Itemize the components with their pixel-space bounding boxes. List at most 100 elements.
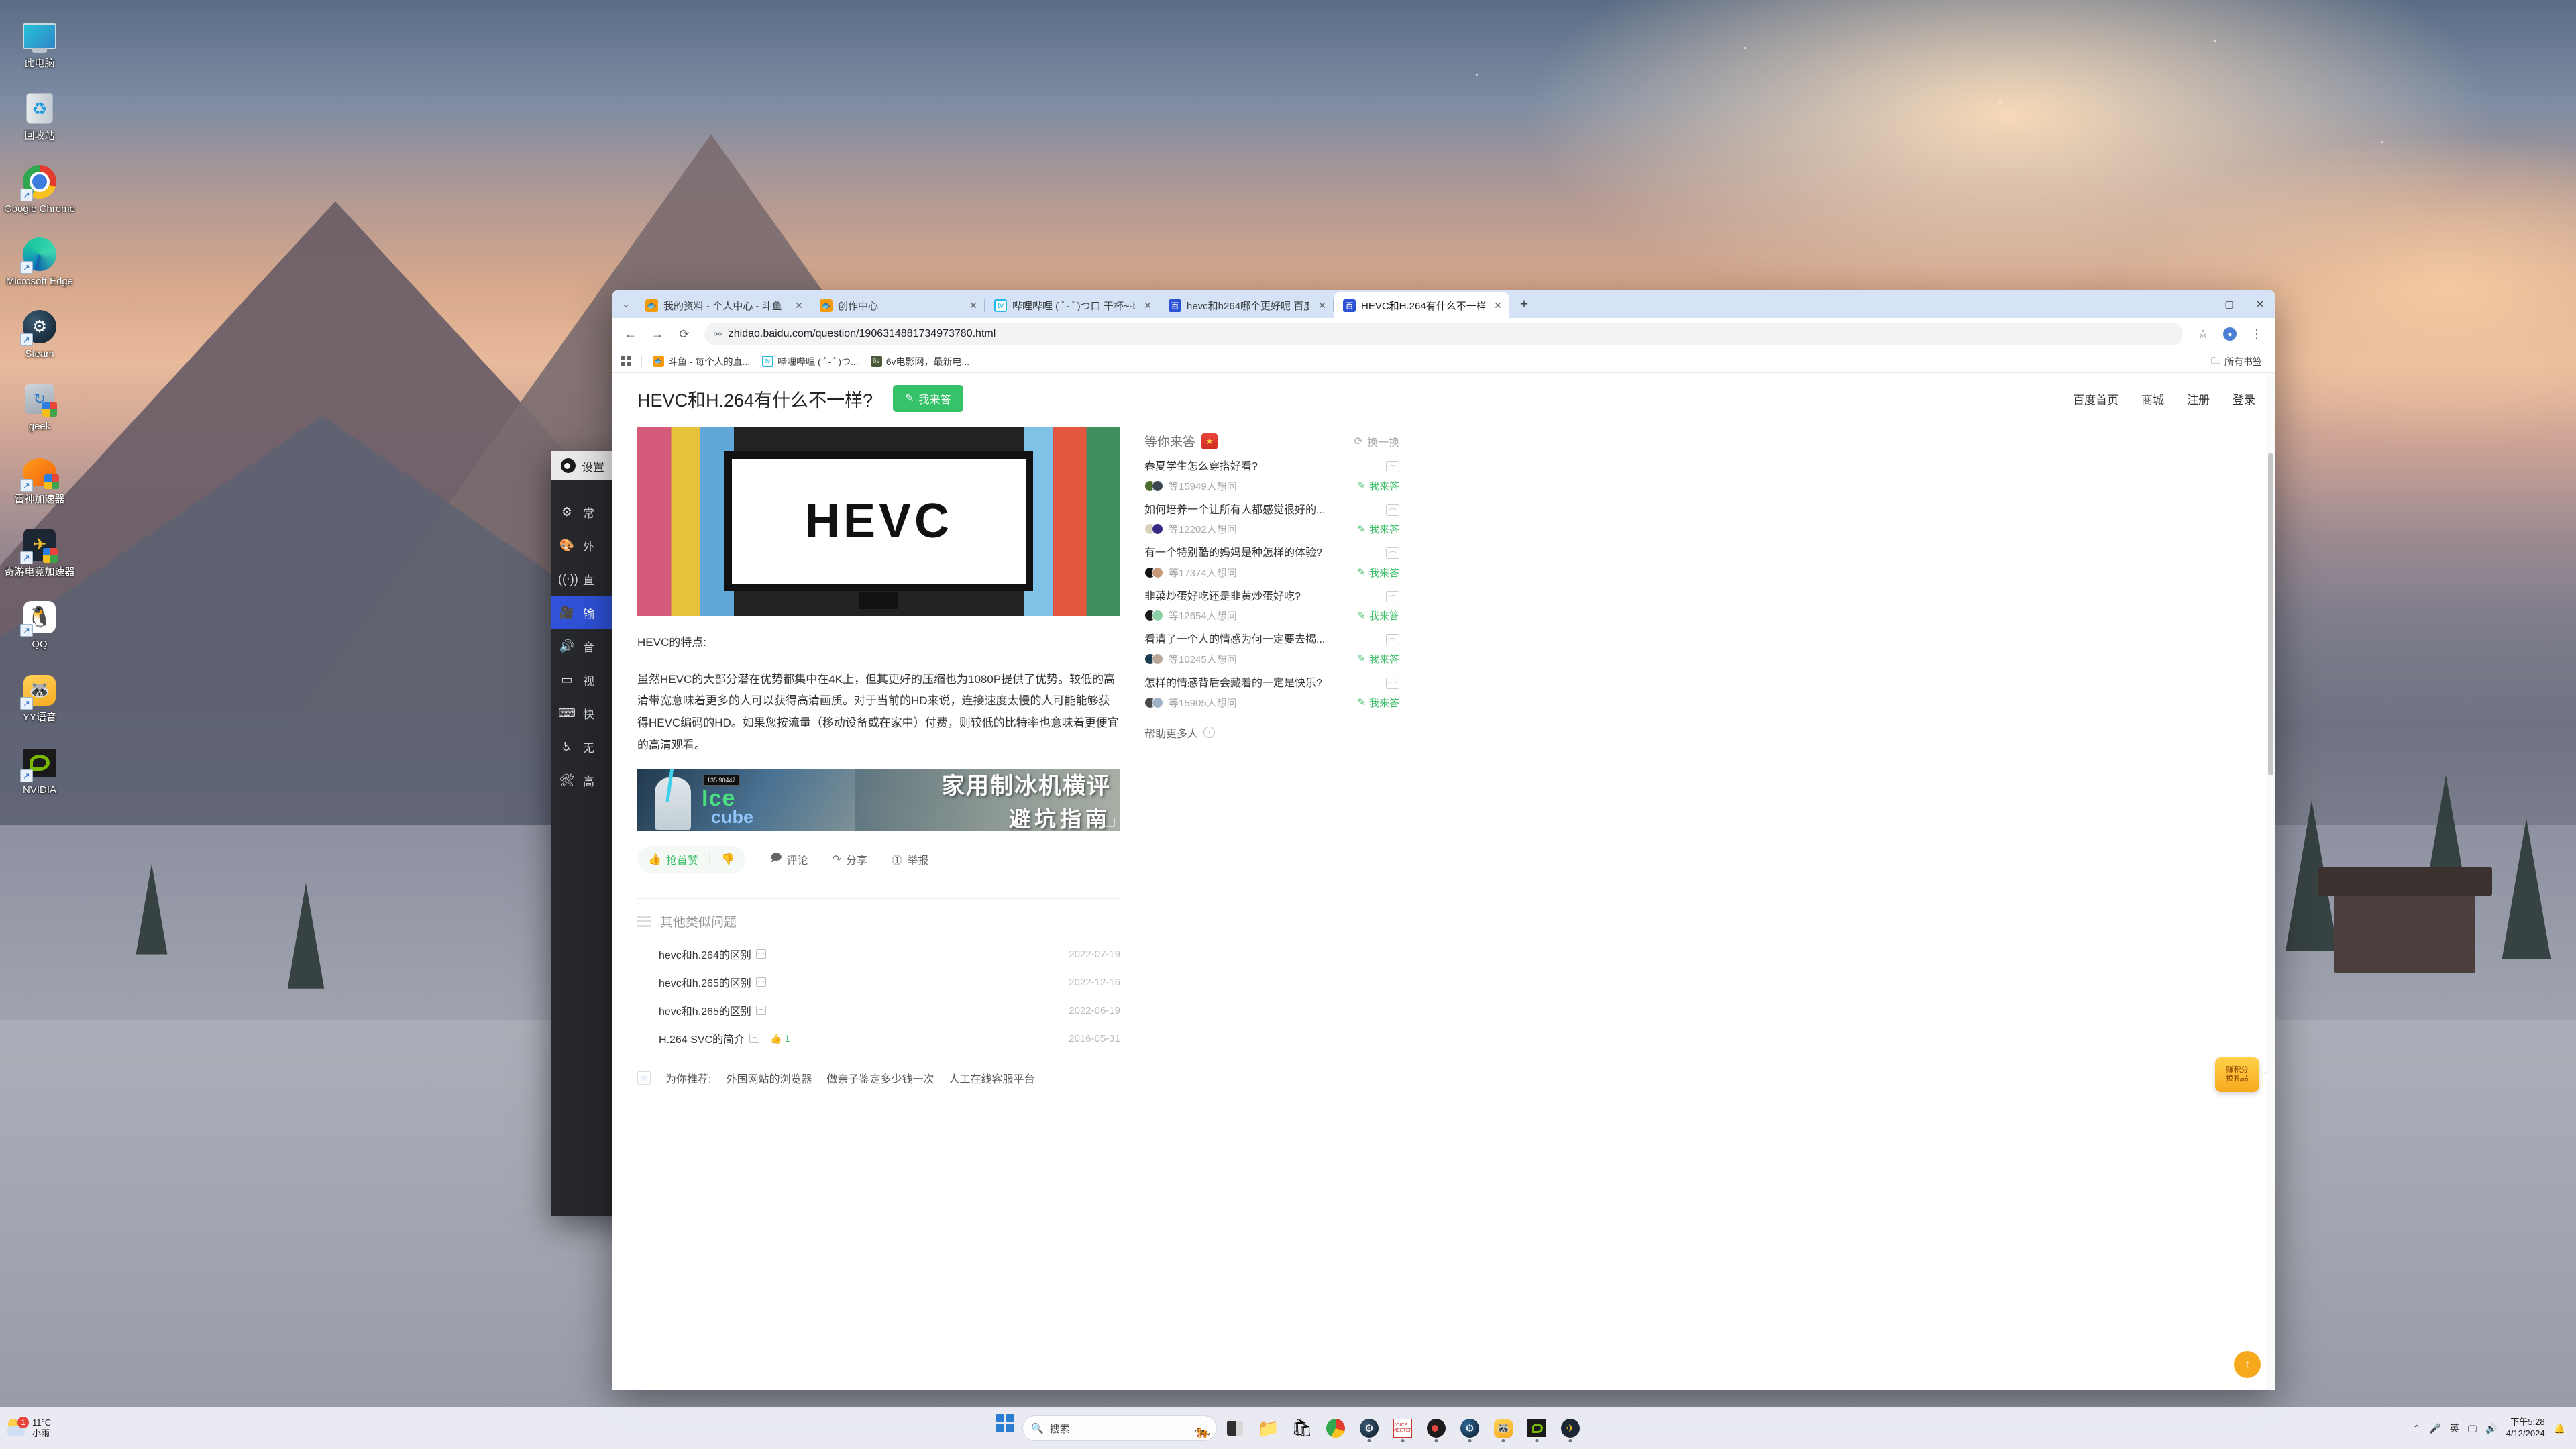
recommend-item[interactable]: 外国网站的浏览器 [726,1070,812,1086]
like-dislike-pill[interactable]: 👍 抢首赞 👎 [637,846,746,873]
similar-question-text[interactable]: hevc和h.265的区别 [659,1002,766,1018]
taskbar-steam-2[interactable]: ⚙ [1454,1413,1485,1444]
bookmark-item-bilibili[interactable]: tv 哔哩哔哩 ( ﾟ- ﾟ)つ... [756,353,865,370]
taskbar-microsoft-store[interactable]: 🛍 [1287,1413,1318,1444]
nav-link-register[interactable]: 注册 [2187,390,2210,407]
similar-question-row[interactable]: H.264 SVC的简介 👍 1 2016-05-31 [637,1024,1120,1053]
taskbar-nvidia[interactable] [1521,1413,1552,1444]
sidebar-answer-button[interactable]: ✎ 我来答 [1357,652,1399,666]
sidebar-question-text[interactable]: 韭菜炒蛋好吃还是韭黄炒蛋好吃? [1144,590,1379,604]
help-more-people-link[interactable]: 帮助更多人 › [1144,724,1399,741]
browser-tab[interactable]: 🐟 我的资料 - 个人中心 - 斗鱼 ✕ [636,292,810,318]
sidebar-question-item[interactable]: 韭菜炒蛋好吃还是韭黄炒蛋好吃? 等12654人想问 ✎ 我来答 [1144,590,1399,623]
search-input[interactable]: 🔍 搜索 🐅 [1022,1415,1217,1441]
sidebar-question-text[interactable]: 看清了一个人的情感为何一定要去揭... [1144,633,1379,647]
refresh-questions-button[interactable]: ⟳ 换一换 [1354,433,1399,449]
new-tab-button[interactable]: + [1513,293,1536,316]
taskbar-task-view[interactable] [1220,1413,1250,1444]
site-info-icon[interactable]: ⚯ [714,329,722,340]
sidebar-question-item[interactable]: 怎样的情感背后会藏着的一定是快乐? 等15905人想问 ✎ 我来答 [1144,676,1399,710]
address-bar[interactable]: ⚯ zhidao.baidu.com/question/190631488173… [704,323,2183,345]
similar-question-row[interactable]: hevc和h.264的区别 2022-07-19 [637,940,1120,968]
sidebar-question-text[interactable]: 春夏学生怎么穿搭好看? [1144,460,1379,474]
bookmark-item-douyu[interactable]: 🐟 斗鱼 - 每个人的直... [647,353,756,370]
desktop-icon-edge[interactable]: ↗ Microsoft Edge [0,230,79,292]
nav-link-baidu-home[interactable]: 百度首页 [2073,390,2118,407]
scrollbar-thumb[interactable] [2268,453,2273,775]
sidebar-answer-button[interactable]: ✎ 我来答 [1357,608,1399,623]
desktop-icon-steam[interactable]: ⚙ ↗ Steam [0,303,79,365]
bookmark-star-icon[interactable]: ☆ [2191,322,2215,346]
similar-question-row[interactable]: hevc和h.265的区别 2022-12-16 [637,968,1120,996]
ad-close-icon[interactable] [1102,818,1115,828]
all-bookmarks-button[interactable]: 🗀 所有书签 [2206,352,2267,372]
nav-link-mall[interactable]: 商城 [2141,390,2164,407]
tab-close-icon[interactable]: ✕ [1491,298,1505,313]
close-button[interactable]: ✕ [2245,290,2275,318]
similar-question-text[interactable]: H.264 SVC的简介 👍 1 [659,1030,790,1046]
nav-link-login[interactable]: 登录 [2233,390,2255,407]
desktop-icon-qiyou[interactable]: ✈ ↗ 奇游电竞加速器 [0,521,79,583]
taskbar-voicemeeter[interactable]: VOICE MEETER [1387,1413,1418,1444]
similar-question-row[interactable]: hevc和h.265的区别 2022-06-19 [637,996,1120,1024]
tab-close-icon[interactable]: ✕ [1140,298,1155,313]
sidebar-question-item[interactable]: 春夏学生怎么穿搭好看? 等15949人想问 ✎ 我来答 [1144,460,1399,493]
tab-close-icon[interactable]: ✕ [966,298,981,313]
answer-question-button[interactable]: ✎ 我来答 [893,385,963,412]
ad-banner[interactable]: 135.90447 Ice cube 家用制冰机横评 避坑指南 [637,769,1120,832]
comment-button[interactable]: 🗩 评论 [770,851,808,869]
tray-expand-icon[interactable]: ⌃ [2413,1423,2421,1434]
tab-search-icon[interactable]: ⌄ [616,293,636,316]
recommend-item[interactable]: 做亲子鉴定多少钱一次 [826,1070,934,1086]
page-scrollbar[interactable] [2266,373,2275,1390]
taskbar-chrome[interactable] [1320,1413,1351,1444]
dislike-button[interactable]: 👎 [710,853,746,866]
back-to-top-button[interactable]: ↑ [2234,1351,2261,1378]
taskbar-steam[interactable]: ⚙ [1354,1413,1385,1444]
profile-icon[interactable]: ● [2218,322,2242,346]
desktop-icon-chrome[interactable]: ↗ Google Chrome [0,158,79,220]
sidebar-question-text[interactable]: 如何培养一个让所有人都感觉很好的... [1144,503,1379,518]
tab-close-icon[interactable]: ✕ [792,298,806,313]
desktop-icon-this-pc[interactable]: 此电脑 [0,12,79,74]
sidebar-answer-button[interactable]: ✎ 我来答 [1357,479,1399,493]
earn-points-widget[interactable]: 赚积分 换礼品 [2215,1057,2259,1092]
sidebar-answer-button[interactable]: ✎ 我来答 [1357,566,1399,580]
similar-question-text[interactable]: hevc和h.265的区别 [659,974,766,990]
browser-tab[interactable]: tv 哔哩哔哩 ( ﾟ- ﾟ)つ口 干杯~-bi ✕ [985,292,1159,318]
apps-grid-icon[interactable] [620,354,637,368]
desktop-icon-recycle-bin[interactable]: ♻ 回收站 [0,85,79,147]
taskbar-clock[interactable]: 下午5:28 4/12/2024 [2506,1417,2545,1440]
share-button[interactable]: ↷ 分享 [833,851,867,867]
taskbar-qiyou[interactable]: ✈ [1555,1413,1586,1444]
reload-button[interactable]: ⟳ [672,322,696,346]
browser-tab[interactable]: 百 hevc和h264哪个更好呢 百度搜 ✕ [1159,292,1334,318]
similar-question-text[interactable]: hevc和h.264的区别 [659,946,766,962]
maximize-button[interactable]: ▢ [2214,290,2245,318]
volume-icon[interactable]: 🔊 [2485,1423,2497,1434]
display-icon[interactable]: 🖵 [2468,1423,2477,1434]
minimize-button[interactable]: — [2183,290,2214,318]
weather-widget[interactable]: 1 11°C 小雨 [0,1417,60,1440]
sidebar-question-text[interactable]: 怎样的情感背后会藏着的一定是快乐? [1144,676,1379,691]
sidebar-answer-button[interactable]: ✎ 我来答 [1357,522,1399,536]
browser-tab-active[interactable]: 百 HEVC和H.264有什么不一样? ✕ [1334,292,1509,318]
bookmark-item-6v[interactable]: 6v 6v电影网，最新电... [865,353,975,370]
back-button[interactable]: ← [619,322,643,346]
mic-icon[interactable]: 🎤 [2429,1423,2440,1434]
start-button[interactable] [990,1413,1020,1443]
desktop-icon-leishen[interactable]: ↗ 雷神加速器 [0,448,79,511]
recommend-item[interactable]: 人工在线客服平台 [949,1070,1034,1086]
ime-indicator[interactable]: 英 [2450,1421,2459,1435]
sidebar-question-item[interactable]: 如何培养一个让所有人都感觉很好的... 等12202人想问 ✎ 我来答 [1144,503,1399,537]
bell-icon[interactable]: 🔔 [2554,1423,2565,1434]
like-button[interactable]: 👍 抢首赞 [637,851,709,867]
taskbar-file-explorer[interactable]: 📁 [1253,1413,1284,1444]
forward-button[interactable]: → [645,322,669,346]
sidebar-question-item[interactable]: 看清了一个人的情感为何一定要去揭... 等10245人想问 ✎ 我来答 [1144,633,1399,666]
desktop-icon-geek[interactable]: ↻ geek [0,375,79,437]
desktop-icon-nvidia[interactable]: ↗ NVIDIA [0,739,79,801]
tab-close-icon[interactable]: ✕ [1315,298,1330,313]
chrome-browser-window[interactable]: ⌄ 🐟 我的资料 - 个人中心 - 斗鱼 ✕ 🐟 创作中心 ✕ tv 哔哩哔哩 … [612,290,2275,1390]
browser-tab[interactable]: 🐟 创作中心 ✕ [810,292,985,318]
